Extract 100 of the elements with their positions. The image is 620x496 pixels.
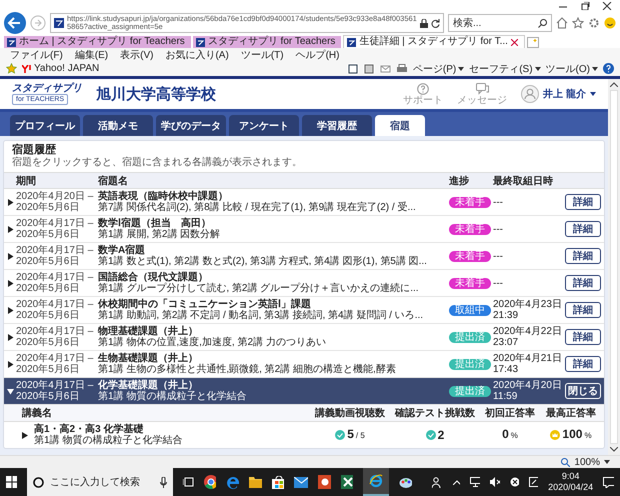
- assignment-row[interactable]: 2020年4月17日 – 2020年5月6日 数学A宿題 第1講 数と式(1), 第2講 数と式(2), 第3講 方程式, 第4講 図形(1), 第5講 図... 未着手 --- 詳細: [4, 243, 604, 270]
- task-view-icon[interactable]: [182, 477, 194, 487]
- detail-button[interactable]: 詳細: [565, 302, 601, 318]
- print-icon[interactable]: [396, 64, 408, 74]
- site-icon: [54, 18, 64, 28]
- feed-icon[interactable]: [364, 64, 375, 74]
- user-menu[interactable]: 井上 龍介: [521, 85, 596, 103]
- star-icon[interactable]: [572, 17, 584, 29]
- close-icon[interactable]: [510, 38, 518, 46]
- column-header: 初回正答率: [484, 406, 536, 420]
- detail-button[interactable]: 詳細: [565, 356, 601, 372]
- assignment-title: 休校期間中の「コミュニケーション英語Ⅰ」課題: [98, 299, 311, 310]
- nav-tab[interactable]: 活動メモ: [83, 115, 153, 136]
- zoom-icon[interactable]: [561, 458, 570, 466]
- caret-icon: [534, 66, 541, 70]
- caret-up-icon[interactable]: [452, 480, 460, 484]
- network-icon[interactable]: [470, 477, 480, 487]
- clock-time[interactable]: 9:04: [562, 471, 580, 482]
- mute-icon[interactable]: [490, 477, 500, 487]
- detail-button[interactable]: 詳細: [565, 194, 601, 210]
- scrollbar[interactable]: [608, 79, 620, 455]
- status-badge: 提出済: [449, 386, 491, 396]
- spreadsheet-app-icon[interactable]: [340, 475, 354, 489]
- assignment-row[interactable]: 2020年4月17日 – 2020年5月6日 国語総合（現代文課題） 第1講 グループ分けして読む, 第2講 グループ分け＋言いかえの連続に... 未着手 --- 詳細: [4, 270, 604, 297]
- scroll-down-icon[interactable]: [610, 447, 618, 452]
- page-icon[interactable]: [348, 64, 359, 74]
- caret-icon: [458, 66, 464, 70]
- menu-item[interactable]: ツール(T): [240, 48, 284, 62]
- assignment-title: 生物基礎課題（井上）: [98, 353, 198, 364]
- nav-tab[interactable]: 宿題: [375, 115, 425, 136]
- detail-button[interactable]: 詳細: [565, 221, 601, 237]
- nav-tab[interactable]: 学習履歴: [302, 115, 372, 136]
- detail-button[interactable]: 詳細: [565, 248, 601, 264]
- nav-tab[interactable]: アンケート: [229, 115, 299, 136]
- search-field[interactable]: 検索...: [448, 14, 552, 32]
- check-circle-icon: [426, 430, 436, 440]
- expand-arrow-icon[interactable]: [22, 432, 28, 438]
- notification-icon[interactable]: [603, 476, 614, 488]
- status-badge: 未着手: [449, 224, 491, 234]
- restore-icon[interactable]: [580, 2, 590, 10]
- browser-icon[interactable]: [369, 474, 384, 488]
- chat-icon: [476, 82, 489, 94]
- close-button[interactable]: 閉じる: [565, 383, 601, 399]
- clock-date[interactable]: 2020/04/24: [548, 482, 594, 493]
- favorite-link[interactable]: Yahoo! JAPAN: [22, 63, 100, 74]
- toolbar-menu[interactable]: ツール(O): [546, 62, 598, 76]
- browser-tab[interactable]: 生徒詳細 | スタディサプリ for T...: [343, 35, 525, 48]
- favorites-star-icon[interactable]: [6, 63, 17, 74]
- hint-text: 宿題をクリックすると、宿題に含まれる各講義が表示されます。: [12, 157, 303, 169]
- edge-icon[interactable]: [226, 475, 240, 489]
- column-header: 宿題名: [98, 174, 129, 188]
- mail-icon[interactable]: [294, 476, 308, 488]
- back-button[interactable]: [4, 12, 26, 34]
- windows-icon[interactable]: [6, 476, 17, 488]
- refresh-icon[interactable]: [431, 18, 440, 28]
- menu-item[interactable]: 編集(E): [74, 48, 108, 62]
- expand-arrow-icon: [7, 388, 14, 394]
- expand-arrow-icon: [7, 198, 14, 206]
- expand-arrow-icon: [7, 360, 14, 368]
- browser-tab[interactable]: スタディサプリ for Teachers: [192, 36, 342, 48]
- nav-tab[interactable]: プロフィール: [10, 115, 80, 136]
- scroll-up-icon[interactable]: [610, 82, 618, 87]
- toolbar-menu[interactable]: ページ(P): [412, 62, 464, 76]
- folder-icon[interactable]: [249, 476, 262, 488]
- assignment-row[interactable]: 2020年4月17日 – 2020年5月6日 数学Ⅰ宿題（担当 高田） 第1講 展開, 第2講 因数分解 未着手 --- 詳細: [4, 216, 604, 243]
- home-icon[interactable]: [556, 17, 568, 29]
- assignment-row[interactable]: 2020年4月20日 – 2020年5月6日 英語表現（臨時休校中課題） 第7講 関係代名詞(2), 第8講 比較 / 現在完了(1), 第9講 現在完了(2) / 受... 未着手 --- 詳細: [4, 189, 604, 216]
- browser-tab[interactable]: ホーム | スタディサプリ for Teachers: [4, 36, 191, 48]
- caret-icon[interactable]: [604, 460, 610, 464]
- nav-tab[interactable]: 学びのデータ: [156, 115, 226, 136]
- zoom-level[interactable]: 100%: [574, 456, 600, 468]
- menu-item[interactable]: 表示(V): [120, 48, 154, 62]
- tests-count: 2: [438, 430, 444, 440]
- help-icon[interactable]: [603, 63, 614, 74]
- menu-item[interactable]: ファイル(F): [10, 48, 63, 62]
- status-badge: 取組中: [449, 304, 491, 316]
- menu-item[interactable]: お気に入り(A): [165, 48, 229, 62]
- period-text: 2020年4月17日 – 2020年5月6日: [16, 272, 94, 294]
- paint-icon[interactable]: [399, 475, 412, 489]
- assignment-title: 数学A宿題: [98, 245, 146, 256]
- assignment-title: 物理基礎課題（井上）: [98, 326, 198, 337]
- lock-icon: [420, 18, 428, 28]
- detail-button[interactable]: 詳細: [565, 329, 601, 345]
- chrome-icon[interactable]: [204, 475, 216, 489]
- taskbar-search-field[interactable]: ここに入力して検索: [26, 468, 173, 496]
- menu-item[interactable]: ヘルプ(H): [296, 48, 340, 62]
- last-activity-text: 2020年4月20日 11:59: [493, 380, 563, 402]
- last-activity-text: 2020年4月22日 23:07: [493, 326, 563, 348]
- assignment-title: 英語表現（臨時休校中課題）: [98, 191, 228, 202]
- views-count: 5: [347, 429, 354, 440]
- detail-button[interactable]: 詳細: [565, 275, 601, 291]
- people-icon[interactable]: [432, 476, 443, 488]
- presentation-app-icon[interactable]: [318, 475, 331, 489]
- close-circle-icon[interactable]: [510, 477, 520, 487]
- close-icon[interactable]: [602, 2, 612, 10]
- status-badge: 未着手: [449, 250, 491, 262]
- store-icon[interactable]: [272, 476, 284, 488]
- column-header: 講義動画視聴数: [314, 406, 386, 420]
- toolbar-menu[interactable]: セーフティ(S): [469, 62, 541, 76]
- smiley-icon[interactable]: [604, 17, 616, 29]
